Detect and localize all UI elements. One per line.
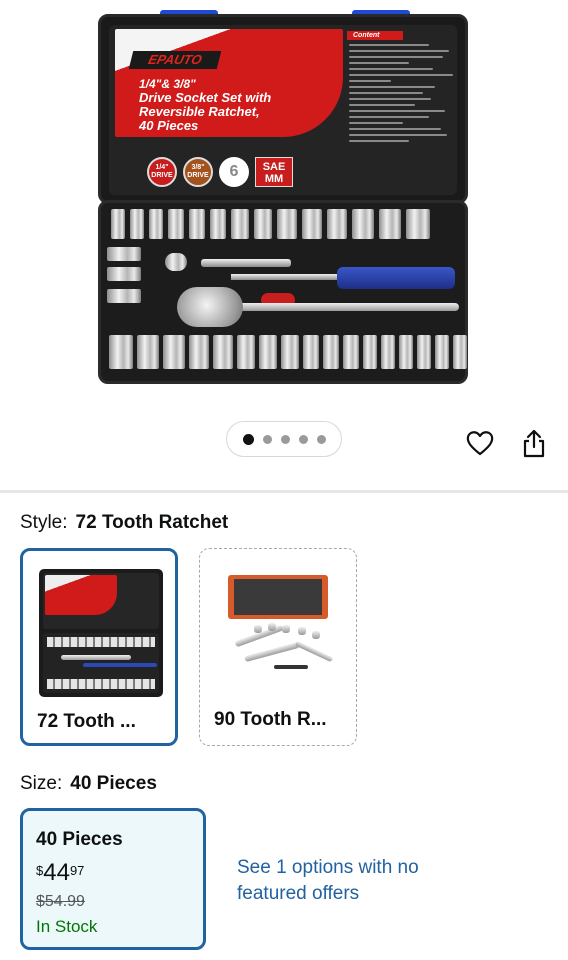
socket bbox=[107, 289, 141, 303]
socket-set-case: EPAUTO 1/4"& 3/8" Drive Socket Set with … bbox=[94, 10, 470, 388]
socket bbox=[237, 335, 255, 369]
socket bbox=[327, 209, 347, 239]
socket bbox=[231, 209, 249, 239]
socket bbox=[399, 335, 413, 369]
share-icon[interactable] bbox=[519, 428, 549, 458]
socket bbox=[107, 267, 141, 281]
content-heading: Content bbox=[347, 31, 403, 40]
product-label-card: EPAUTO 1/4"& 3/8" Drive Socket Set with … bbox=[115, 29, 343, 137]
style-thumbnail bbox=[37, 567, 165, 699]
style-option-90-tooth[interactable]: 90 Tooth R... bbox=[199, 548, 357, 746]
socket bbox=[406, 209, 430, 239]
six-point-badge: 6 bbox=[219, 157, 249, 187]
socket bbox=[130, 209, 144, 239]
socket bbox=[281, 335, 299, 369]
case-lid: EPAUTO 1/4"& 3/8" Drive Socket Set with … bbox=[98, 14, 468, 204]
ratchet-handle bbox=[233, 303, 459, 311]
list-price: $54.99 bbox=[36, 893, 85, 910]
socket bbox=[109, 335, 133, 369]
socket bbox=[379, 209, 401, 239]
drive-quarter-badge: 1/4" DRIVE bbox=[147, 157, 177, 187]
see-more-options-link[interactable]: See 1 options with no featured offers bbox=[237, 855, 437, 907]
socket bbox=[381, 335, 395, 369]
socket bbox=[435, 335, 449, 369]
feature-badges: 1/4" DRIVE 3/8" DRIVE 6 SAE MM bbox=[147, 157, 293, 187]
socket bbox=[210, 209, 226, 239]
socket bbox=[453, 335, 467, 369]
socket bbox=[417, 335, 431, 369]
socket bbox=[168, 209, 184, 239]
socket bbox=[277, 209, 297, 239]
style-option-caption: 72 Tooth ... bbox=[37, 711, 136, 732]
size-selected-value: 40 Pieces bbox=[70, 773, 157, 794]
content-list: Content bbox=[347, 31, 457, 142]
extension-bar bbox=[201, 259, 291, 267]
drive-three-eighths-badge: 3/8" DRIVE bbox=[183, 157, 213, 187]
carousel-dot[interactable] bbox=[298, 434, 308, 444]
case-tray bbox=[98, 200, 468, 384]
socket bbox=[111, 209, 125, 239]
socket bbox=[149, 209, 163, 239]
size-option-name: 40 Pieces bbox=[36, 829, 123, 850]
socket-adapter bbox=[165, 253, 187, 271]
product-headline: 1/4"& 3/8" Drive Socket Set with Reversi… bbox=[139, 77, 272, 133]
style-label-row: Style: 72 Tooth Ratchet bbox=[20, 512, 228, 534]
style-thumbnail bbox=[214, 565, 342, 697]
spinner-handle bbox=[337, 267, 455, 289]
sae-mm-badge: SAE MM bbox=[255, 157, 293, 187]
availability-status: In Stock bbox=[36, 917, 98, 936]
socket bbox=[303, 335, 319, 369]
style-selected-value: 72 Tooth Ratchet bbox=[75, 512, 229, 533]
section-divider bbox=[0, 490, 568, 493]
socket bbox=[259, 335, 277, 369]
carousel-dot[interactable] bbox=[242, 433, 254, 445]
socket bbox=[137, 335, 159, 369]
carousel-dot[interactable] bbox=[316, 434, 326, 444]
socket bbox=[343, 335, 359, 369]
size-label-row: Size: 40 Pieces bbox=[20, 773, 157, 795]
ratchet-head bbox=[177, 287, 243, 327]
socket bbox=[189, 209, 205, 239]
socket bbox=[323, 335, 339, 369]
size-option-40-pieces[interactable]: 40 Pieces $44 97 $54.99 In Stock bbox=[20, 808, 206, 950]
socket bbox=[213, 335, 233, 369]
carousel-dot[interactable] bbox=[262, 434, 272, 444]
style-option-caption: 90 Tooth R... bbox=[214, 709, 327, 730]
style-label: Style: bbox=[20, 512, 68, 533]
size-option-price: $44 97 bbox=[36, 859, 85, 886]
carousel-dot[interactable] bbox=[280, 434, 290, 444]
socket bbox=[363, 335, 377, 369]
socket bbox=[352, 209, 374, 239]
socket bbox=[189, 335, 209, 369]
socket bbox=[107, 247, 141, 261]
brand-logo: EPAUTO bbox=[128, 51, 222, 69]
image-carousel-indicator[interactable] bbox=[226, 421, 342, 457]
heart-icon[interactable] bbox=[465, 428, 495, 458]
product-image[interactable]: EPAUTO 1/4"& 3/8" Drive Socket Set with … bbox=[0, 0, 568, 410]
size-label: Size: bbox=[20, 773, 63, 794]
spinner-shaft bbox=[231, 274, 341, 280]
socket bbox=[302, 209, 322, 239]
socket bbox=[163, 335, 185, 369]
socket bbox=[254, 209, 272, 239]
style-option-72-tooth[interactable]: 72 Tooth ... bbox=[20, 548, 178, 746]
